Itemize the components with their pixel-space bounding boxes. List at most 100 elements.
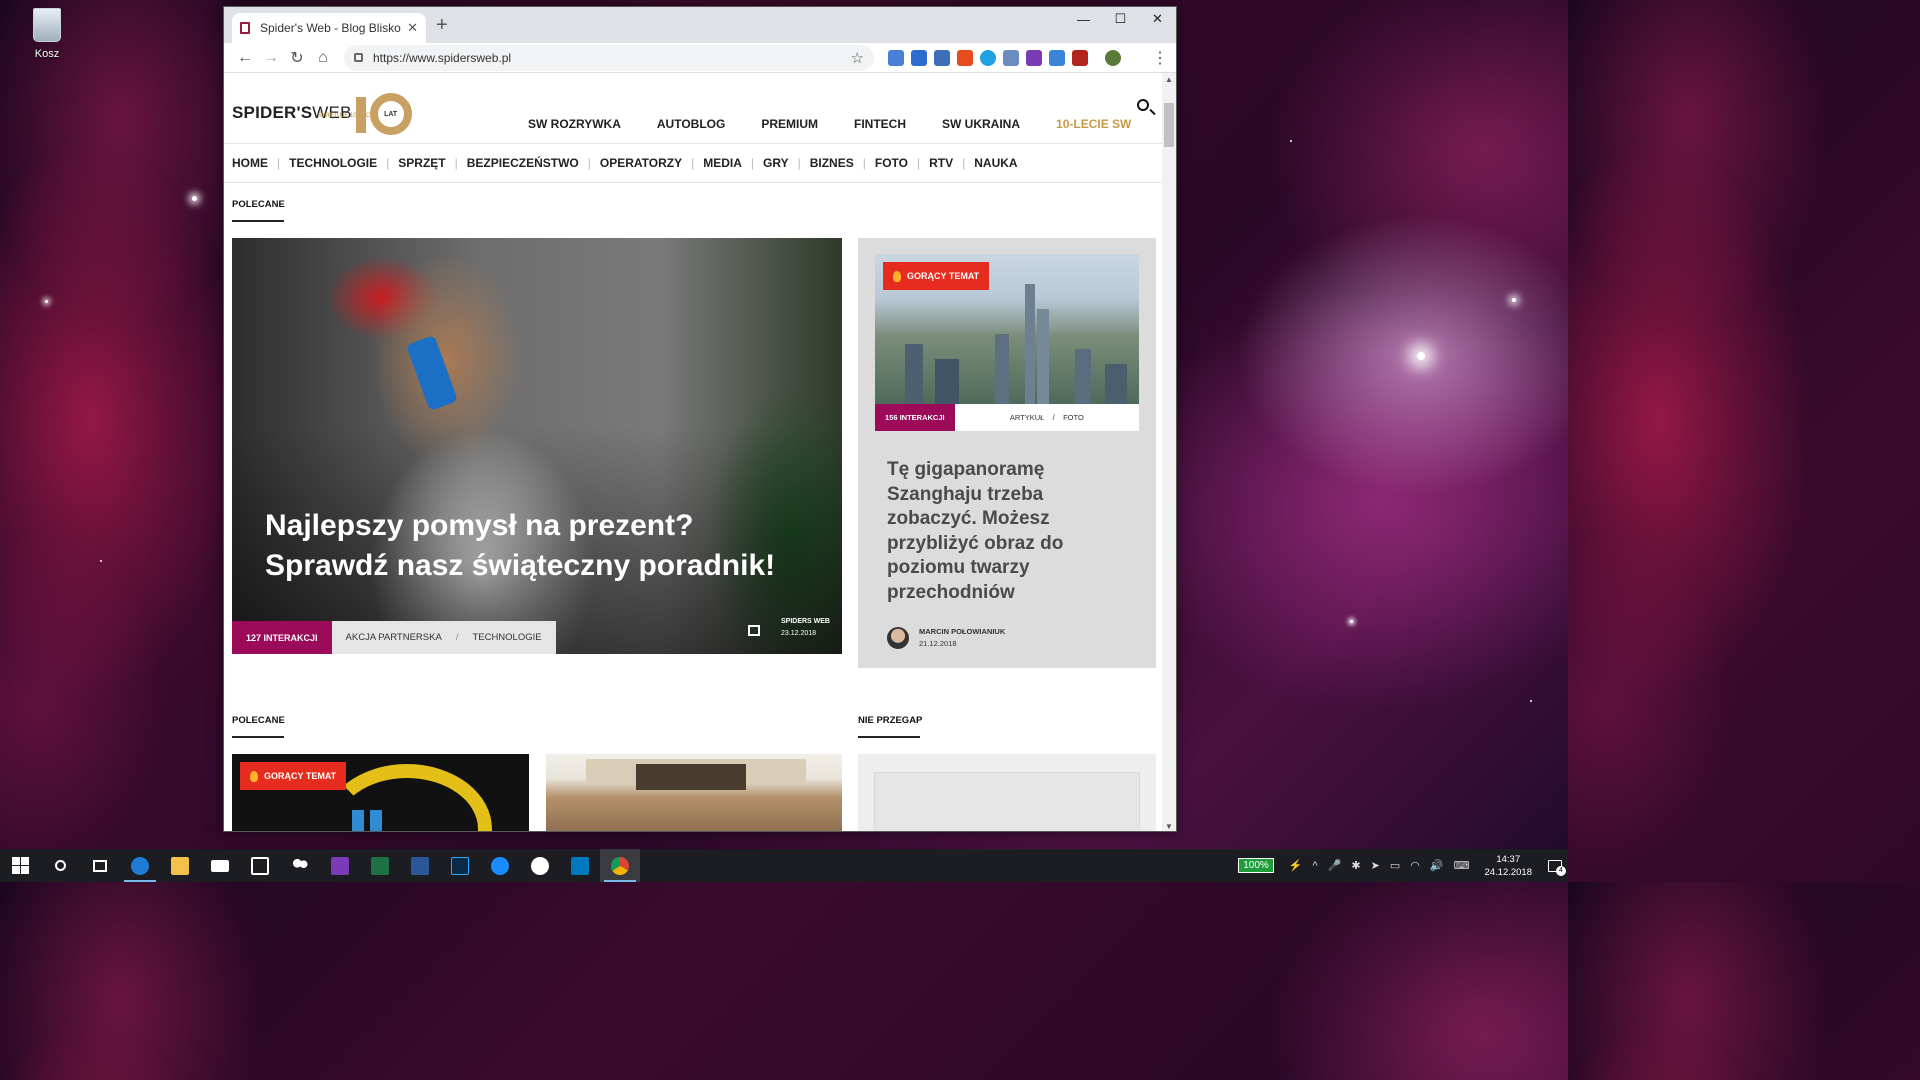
category-sprzet[interactable]: SPRZĘT [389,156,454,170]
recycle-bin[interactable]: Kosz [24,8,70,60]
bluetooth-icon[interactable]: ✱ [1351,859,1360,872]
mail-taskbar-button[interactable] [200,849,240,882]
category-biznes[interactable]: BIZNES [801,156,863,170]
keyboard-icon[interactable]: ⌨ [1454,859,1470,872]
category-rtv[interactable]: RTV [920,156,962,170]
close-tab-icon[interactable]: ✕ [407,20,418,36]
onenote-icon [331,856,349,875]
minimize-button[interactable]: — [1065,7,1102,31]
forward-button[interactable]: → [258,49,284,67]
category-media[interactable]: MEDIA [694,156,751,170]
window-controls: — ☐ ✕ [1065,7,1176,31]
excel-taskbar-button[interactable] [360,849,400,882]
top-nav-sw-ukraina[interactable]: SW UKRAINA [942,117,1020,131]
category-technologie[interactable]: TECHNOLOGIE [280,156,386,170]
chevron-up-icon[interactable]: ^ [1313,860,1318,872]
search-icon[interactable] [1137,99,1149,111]
star [45,300,48,303]
category-operatorzy[interactable]: OPERATORZY [591,156,691,170]
star [192,196,197,201]
back-button[interactable]: ← [232,49,258,67]
article-card[interactable]: GORĄCY TEMAT [232,754,529,831]
clock[interactable]: 14:37 24.12.2018 [1484,853,1532,879]
skype-extension-icon[interactable] [980,49,996,66]
battery-indicator[interactable]: 100% [1238,858,1274,873]
translate-extension-icon[interactable] [888,49,904,66]
hero-author-name[interactable]: SPIDERS WEB [781,616,830,628]
bookmark-star-icon[interactable]: ☆ [851,49,864,67]
category-foto[interactable]: FOTO [866,156,917,170]
acrobat-extension-icon[interactable] [1072,49,1088,66]
system-tray: 100% ⚡ ^ 🎤 ✱ ➤ ▭ ◠ 🔊 ⌨ 14:37 24.12.2018 … [1238,849,1568,882]
new-tab-button[interactable]: + [436,14,448,37]
telegram-icon[interactable]: ➤ [1371,859,1380,872]
top-nav-10-lecie[interactable]: 10-LECIE SW [1056,117,1131,131]
site-logo[interactable]: SPIDER'SWEB ŚWIĘTUJE 10 LECIE LAT [232,91,418,135]
word-taskbar-button[interactable] [400,849,440,882]
hot-topic-badge[interactable]: GORĄCY TEMAT [240,762,347,790]
microphone-icon[interactable]: 🎤 [1328,859,1342,872]
office-extension-icon[interactable] [957,49,973,66]
clock-time: 14:37 [1496,853,1521,865]
nie-przegap-card[interactable] [858,754,1156,831]
chrome-taskbar-button[interactable] [600,849,640,882]
article-card[interactable] [546,754,842,831]
hero-author: SPIDERS WEB 23.12.2018 [781,616,830,640]
search-taskbar-button[interactable] [40,849,80,882]
volume-icon[interactable]: 🔊 [1430,859,1444,872]
wifi-icon[interactable]: ◠ [1410,859,1420,872]
hero-category-2[interactable]: TECHNOLOGIE [472,632,541,643]
onenote-extension-icon[interactable] [1026,49,1042,66]
section-heading-polecane-2: POLECANE [232,715,285,738]
category-home[interactable]: HOME [232,156,277,170]
edge-taskbar-button[interactable] [120,849,160,882]
people-taskbar-button[interactable] [280,849,320,882]
category-nauka[interactable]: NAUKA [965,156,1026,170]
task-view-button[interactable] [80,849,120,882]
messenger-taskbar-button[interactable] [480,849,520,882]
bag-extension-icon[interactable] [1003,49,1019,66]
maximize-button[interactable]: ☐ [1102,7,1139,31]
onenote-taskbar-button[interactable] [320,849,360,882]
power-icon[interactable]: ▭ [1390,859,1400,872]
hero-interactions-badge[interactable]: 127 INTERAKCJI [232,621,332,654]
explorer-taskbar-button[interactable] [160,849,200,882]
top-nav-premium[interactable]: PREMIUM [761,117,818,131]
tab-title: Spider's Web - Blog Blisko Techn [260,21,403,35]
trello-taskbar-button[interactable] [560,849,600,882]
slack-taskbar-button[interactable] [520,849,560,882]
top-nav-autoblog[interactable]: AUTOBLOG [657,117,725,131]
hero-article[interactable]: Najlepszy pomysł na prezent? Sprawdź nas… [232,238,842,654]
hero-title[interactable]: Najlepszy pomysł na prezent? Sprawdź nas… [265,506,825,586]
calendar-extension-icon[interactable] [934,49,950,66]
screenshot-extension-icon[interactable] [1049,49,1065,66]
close-window-button[interactable]: ✕ [1139,7,1176,31]
photoshop-taskbar-button[interactable] [440,849,480,882]
profile-avatar[interactable] [1105,49,1121,66]
category-bezpieczenstwo[interactable]: BEZPIECZEŃSTWO [458,156,588,170]
hero-category-1[interactable]: AKCJA PARTNERSKA [346,632,442,643]
address-bar[interactable]: https://www.spidersweb.pl ☆ [344,44,874,71]
calendar-taskbar-button[interactable] [240,849,280,882]
top-nav-sw-rozrywka[interactable]: SW ROZRYWKA [528,117,621,131]
reload-button[interactable]: ↻ [284,48,310,68]
menu-kebab-icon[interactable]: ⋮ [1152,48,1168,68]
megaphone-extension-icon[interactable] [911,49,927,66]
browser-tab[interactable]: Spider's Web - Blog Blisko Techn ✕ [232,13,426,43]
side-author-name[interactable]: MARCIN POŁOWIANIUK [919,626,1005,638]
author-avatar[interactable] [887,627,909,649]
page-scrollbar[interactable]: ▲ ▼ [1162,73,1176,831]
action-center-button[interactable]: 4 [1542,849,1568,882]
side-article[interactable]: GORĄCY TEMAT 156 INTERAKCJI ARTYKUŁ / FO… [858,238,1156,668]
side-category-2[interactable]: FOTO [1063,413,1084,422]
hot-topic-badge[interactable]: GORĄCY TEMAT [883,262,990,290]
top-nav-fintech[interactable]: FINTECH [854,117,906,131]
side-interactions-badge[interactable]: 156 INTERAKCJI [875,404,955,431]
category-gry[interactable]: GRY [754,156,798,170]
shanghai-image[interactable]: GORĄCY TEMAT [875,254,1139,404]
start-button[interactable] [0,849,40,882]
comment-icon [748,625,760,636]
side-category-1[interactable]: ARTYKUŁ [1010,413,1044,422]
side-title[interactable]: Tę gigapanoramę Szanghaju trzeba zobaczy… [887,458,1127,605]
home-button[interactable]: ⌂ [310,49,336,67]
